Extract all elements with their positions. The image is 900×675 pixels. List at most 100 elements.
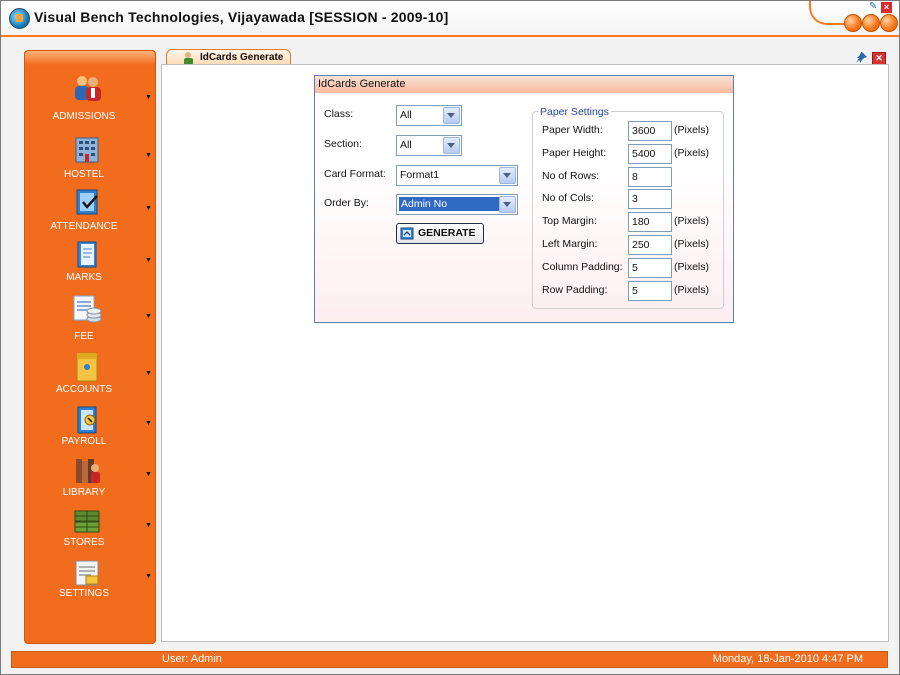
column-padding-value: 5	[632, 262, 638, 274]
pin-icon[interactable]: ✎	[869, 2, 879, 12]
unit-label: (Pixels)	[674, 261, 710, 273]
attendance-icon	[76, 189, 98, 215]
chevron-down-icon[interactable]	[499, 167, 516, 184]
sidebar-item-label: ADMISSIONS	[52, 111, 116, 122]
chevron-down-icon: ▼	[145, 370, 152, 377]
close-window-button[interactable]	[880, 14, 898, 32]
sidebar: ADMISSIONS ▼ HOSTEL ▼ ATTENDANCE ▼ MARKS…	[24, 50, 156, 644]
fee-icon	[73, 295, 102, 323]
chevron-down-icon: ▼	[145, 522, 152, 529]
status-datetime: Monday, 18-Jan-2010 4:47 PM	[712, 653, 863, 665]
paper-settings-legend: Paper Settings	[538, 106, 611, 118]
sidebar-header	[25, 51, 155, 65]
paper-height-label: Paper Height:	[542, 147, 607, 159]
card-format-select[interactable]: Format1	[396, 165, 518, 186]
sidebar-item-label: PAYROLL	[61, 436, 107, 447]
title-bar: Visual Bench Technologies, Vijayawada [S…	[1, 1, 899, 37]
paper-width-value: 3600	[632, 125, 656, 137]
rows-input[interactable]: 8	[628, 167, 672, 187]
status-user: User: Admin	[162, 653, 222, 665]
window-title: Visual Bench Technologies, Vijayawada [S…	[34, 9, 449, 25]
sidebar-item-label: SETTINGS	[58, 588, 109, 599]
order-by-value: Admin No	[399, 197, 501, 211]
chevron-down-icon: ▼	[145, 313, 152, 320]
card-format-label: Card Format:	[324, 168, 386, 180]
tab-label: IdCards Generate	[200, 52, 284, 63]
section-select[interactable]: All	[396, 135, 462, 156]
cols-value: 3	[632, 193, 638, 205]
top-margin-value: 180	[632, 216, 650, 228]
chevron-down-icon[interactable]	[443, 137, 460, 154]
column-padding-input[interactable]: 5	[628, 258, 672, 278]
user-card-icon	[184, 52, 193, 65]
unit-label: (Pixels)	[674, 124, 710, 136]
chevron-down-icon[interactable]	[443, 107, 460, 124]
paper-height-input[interactable]: 5400	[628, 144, 672, 164]
sidebar-item-label: MARKS	[66, 272, 102, 283]
top-margin-input[interactable]: 180	[628, 212, 672, 232]
section-value: All	[400, 139, 412, 151]
app-logo-icon	[9, 8, 30, 29]
sidebar-item-label: ATTENDANCE	[50, 221, 118, 232]
sidebar-item-label: ACCOUNTS	[55, 384, 113, 395]
unit-label: (Pixels)	[674, 238, 710, 250]
sidebar-item-marks[interactable]: MARKS ▼	[25, 240, 155, 292]
chevron-down-icon: ▼	[145, 152, 152, 159]
cols-input[interactable]: 3	[628, 189, 672, 209]
library-icon	[76, 459, 100, 483]
top-margin-label: Top Margin:	[542, 215, 597, 227]
card-format-value: Format1	[400, 169, 440, 181]
sidebar-item-stores[interactable]: STORES ▼	[25, 507, 155, 559]
sidebar-item-hostel[interactable]: HOSTEL ▼	[25, 135, 155, 187]
stores-icon	[74, 510, 100, 533]
sidebar-item-fee[interactable]: FEE ▼	[25, 293, 155, 345]
row-padding-value: 5	[632, 285, 638, 297]
sidebar-item-payroll[interactable]: PAYROLL ▼	[25, 405, 155, 457]
accounts-icon	[76, 352, 98, 382]
generate-label: GENERATE	[418, 227, 476, 239]
order-by-label: Order By:	[324, 197, 369, 209]
sidebar-item-library[interactable]: LIBRARY ▼	[25, 456, 155, 508]
sidebar-item-accounts[interactable]: ACCOUNTS ▼	[25, 351, 155, 403]
class-label: Class:	[324, 108, 354, 120]
rows-label: No of Rows:	[542, 170, 600, 182]
chevron-down-icon: ▼	[145, 94, 152, 101]
left-margin-label: Left Margin:	[542, 238, 598, 250]
settings-icon	[75, 560, 99, 586]
chevron-down-icon: ▼	[145, 205, 152, 212]
sidebar-item-admissions[interactable]: ADMISSIONS ▼	[25, 73, 155, 125]
payroll-icon	[77, 406, 97, 434]
paper-width-label: Paper Width:	[542, 124, 603, 136]
pin-icon[interactable]	[856, 52, 867, 63]
row-padding-input[interactable]: 5	[628, 281, 672, 301]
row-padding-label: Row Padding:	[542, 284, 608, 296]
chevron-down-icon: ▼	[145, 573, 152, 580]
generate-button[interactable]: GENERATE	[396, 223, 484, 244]
sidebar-item-label: HOSTEL	[63, 169, 104, 180]
left-margin-input[interactable]: 250	[628, 235, 672, 255]
chevron-down-icon: ▼	[145, 420, 152, 427]
chevron-down-icon: ▼	[145, 471, 152, 478]
unit-label: (Pixels)	[674, 215, 710, 227]
paper-width-input[interactable]: 3600	[628, 121, 672, 141]
panel-title: IdCards Generate	[318, 78, 406, 90]
close-icon[interactable]: ×	[881, 2, 892, 13]
minimize-button[interactable]	[844, 14, 862, 32]
status-bar: User: Admin Monday, 18-Jan-2010 4:47 PM	[11, 651, 888, 668]
class-select[interactable]: All	[396, 105, 462, 126]
unit-label: (Pixels)	[674, 284, 710, 296]
generate-icon	[400, 227, 414, 240]
sidebar-item-settings[interactable]: SETTINGS ▼	[25, 558, 155, 610]
sidebar-item-attendance[interactable]: ATTENDANCE ▼	[25, 188, 155, 240]
maximize-button[interactable]	[862, 14, 880, 32]
section-label: Section:	[324, 138, 362, 150]
paper-height-value: 5400	[632, 148, 656, 160]
sidebar-item-label: FEE	[74, 331, 94, 342]
chevron-down-icon[interactable]	[499, 196, 516, 213]
order-by-select[interactable]: Admin No	[396, 194, 518, 215]
admissions-icon	[75, 76, 101, 101]
chevron-down-icon: ▼	[145, 257, 152, 264]
sidebar-item-label: LIBRARY	[62, 487, 106, 498]
app-window: Visual Bench Technologies, Vijayawada [S…	[0, 0, 900, 675]
column-padding-label: Column Padding:	[542, 261, 623, 273]
